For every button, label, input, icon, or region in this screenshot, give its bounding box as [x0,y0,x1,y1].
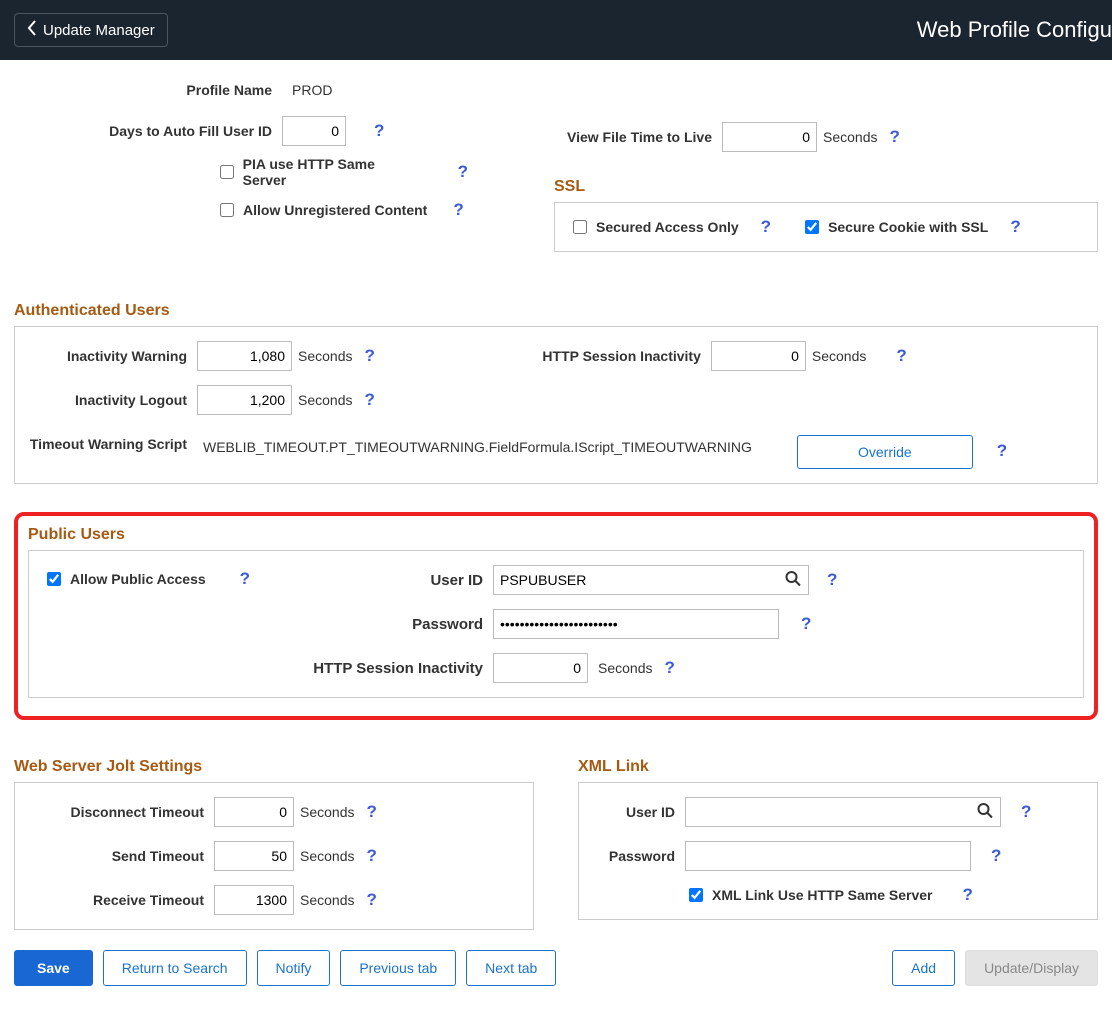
secure-cookie-label: Secure Cookie with SSL [828,219,988,235]
help-icon[interactable]: ? [1015,802,1037,822]
help-icon[interactable]: ? [360,846,382,866]
view-file-ttl-input[interactable] [722,122,817,152]
public-userid-input[interactable] [493,565,809,595]
top-bar: Update Manager Web Profile Configu [0,0,1112,60]
ssl-group: Secured Access Only ? Secure Cookie with… [554,202,1098,252]
help-icon[interactable]: ? [795,614,817,634]
allow-public-label: Allow Public Access [70,571,206,587]
help-icon[interactable]: ? [991,435,1013,461]
days-autofill-input[interactable] [282,116,346,146]
public-password-input[interactable] [493,609,779,639]
disconnect-input[interactable] [214,797,294,827]
public-http-session-label: HTTP Session Inactivity [303,660,493,677]
search-icon[interactable] [785,571,801,590]
seconds-label: Seconds [598,660,652,676]
timeout-script-value: WEBLIB_TIMEOUT.PT_TIMEOUTWARNING.FieldFo… [197,435,797,455]
public-users-highlight: Public Users Allow Public Access ? User … [14,512,1098,720]
profile-name-value: PROD [282,82,332,98]
seconds-label: Seconds [300,848,354,864]
days-autofill-label: Days to Auto Fill User ID [14,123,282,139]
inactivity-logout-label: Inactivity Logout [27,392,197,408]
timeout-script-label: Timeout Warning Script [27,435,197,453]
help-icon[interactable]: ? [234,569,256,589]
seconds-label: Seconds [812,348,866,364]
ssl-title: SSL [554,178,1098,196]
help-icon[interactable]: ? [358,346,380,366]
seconds-label: Seconds [823,129,877,145]
help-icon[interactable]: ? [658,658,680,678]
seconds-label: Seconds [298,392,352,408]
disconnect-label: Disconnect Timeout [29,804,214,820]
update-display-button[interactable]: Update/Display [965,950,1098,986]
pia-http-label: PIA use HTTP Same Server [243,156,418,188]
profile-name-label: Profile Name [14,82,282,98]
help-icon[interactable]: ? [821,570,843,590]
allow-unreg-label: Allow Unregistered Content [243,202,427,218]
next-tab-button[interactable]: Next tab [466,950,556,986]
help-icon[interactable]: ? [1004,217,1026,237]
inactivity-logout-input[interactable] [197,385,292,415]
back-button[interactable]: Update Manager [14,13,168,47]
previous-tab-button[interactable]: Previous tab [340,950,456,986]
xml-userid-input[interactable] [685,797,1001,827]
allow-public-checkbox[interactable] [47,572,61,586]
help-icon[interactable]: ? [360,802,382,822]
add-button[interactable]: Add [892,950,955,986]
allow-unreg-checkbox[interactable] [220,203,234,217]
xml-userid-label: User ID [593,804,685,820]
http-session-input[interactable] [711,341,806,371]
help-icon[interactable]: ? [755,217,777,237]
help-icon[interactable]: ? [890,346,912,366]
jolt-title: Web Server Jolt Settings [14,758,534,776]
help-icon[interactable]: ? [985,846,1007,866]
http-session-label: HTTP Session Inactivity [531,348,711,364]
send-label: Send Timeout [29,848,214,864]
save-button[interactable]: Save [14,950,93,986]
secured-access-label: Secured Access Only [596,219,739,235]
seconds-label: Seconds [298,348,352,364]
back-button-label: Update Manager [43,22,155,39]
notify-button[interactable]: Notify [257,950,331,986]
receive-label: Receive Timeout [29,892,214,908]
help-icon[interactable]: ? [358,390,380,410]
view-file-ttl-label: View File Time to Live [554,129,722,145]
help-icon[interactable]: ? [368,121,390,141]
send-input[interactable] [214,841,294,871]
public-password-label: Password [303,616,493,633]
help-icon[interactable]: ? [360,890,382,910]
xml-password-input[interactable] [685,841,971,871]
help-icon[interactable]: ? [447,200,469,220]
inactivity-warning-input[interactable] [197,341,292,371]
inactivity-warning-label: Inactivity Warning [27,348,197,364]
auth-group: Inactivity Warning Seconds ? HTTP Sessio… [14,326,1098,484]
xml-title: XML Link [578,758,1098,776]
secured-access-checkbox[interactable] [573,220,587,234]
pia-http-checkbox[interactable] [220,165,234,179]
override-button[interactable]: Override [797,435,973,469]
seconds-label: Seconds [300,892,354,908]
bottom-toolbar: Save Return to Search Notify Previous ta… [0,944,1112,1002]
return-to-search-button[interactable]: Return to Search [103,950,247,986]
public-title: Public Users [28,526,1084,544]
xml-use-http-checkbox[interactable] [689,888,703,902]
page-title: Web Profile Configu [917,17,1112,43]
public-userid-label: User ID [303,572,493,589]
chevron-left-icon [27,20,37,40]
receive-input[interactable] [214,885,294,915]
help-icon[interactable]: ? [452,162,474,182]
seconds-label: Seconds [300,804,354,820]
auth-title: Authenticated Users [14,302,1098,320]
xml-password-label: Password [593,848,685,864]
search-icon[interactable] [977,803,993,822]
help-icon[interactable]: ? [956,885,978,905]
public-http-session-input[interactable] [493,653,588,683]
xml-use-http-label: XML Link Use HTTP Same Server [712,887,932,903]
help-icon[interactable]: ? [883,127,905,147]
secure-cookie-checkbox[interactable] [805,220,819,234]
